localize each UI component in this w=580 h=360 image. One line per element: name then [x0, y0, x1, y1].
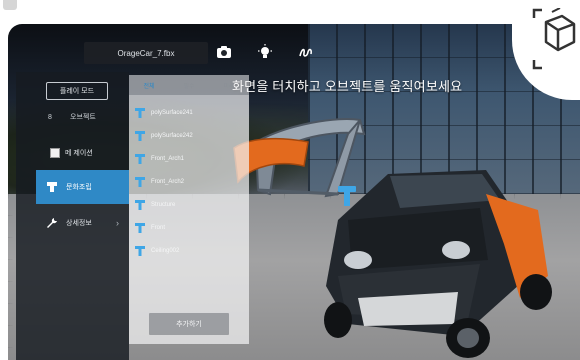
list-item-label: Ceiling002: [151, 248, 180, 254]
file-name-label: OrageCar_7.fbx: [84, 42, 208, 64]
window-corner-mark: [3, 0, 17, 10]
parts-list-panel: 전체 필수 미리 polySurface241 polySurface242 F…: [129, 75, 249, 344]
list-item[interactable]: Front: [135, 220, 165, 236]
list-item-label: Front_Arch2: [151, 179, 185, 185]
pin-icon: [47, 182, 57, 192]
ar-cube-scan-icon: [532, 8, 576, 70]
menu-label-details: 상세정보: [66, 220, 92, 227]
parts-tabs: 전체 필수 미리: [129, 75, 249, 95]
list-item[interactable]: Front_Arch1: [135, 151, 184, 167]
pin-icon: [135, 131, 145, 141]
pin-icon: [135, 246, 145, 256]
pin-icon: [135, 108, 145, 118]
menu-item-details[interactable]: 상세정보 ›: [36, 208, 129, 238]
checkbox[interactable]: [50, 148, 60, 158]
bulb-icon: [258, 44, 272, 58]
list-item[interactable]: Ceiling002: [135, 243, 179, 259]
list-item[interactable]: Structure: [135, 197, 175, 213]
play-mode-button[interactable]: 플레이 모드: [46, 82, 108, 100]
list-item[interactable]: polySurface242: [135, 128, 193, 144]
draw-icon: [299, 48, 312, 57]
pin-icon: [135, 223, 145, 233]
list-item-label: Structure: [151, 202, 176, 208]
list-item-label: polySurface241: [151, 110, 193, 116]
parts-list: polySurface241 polySurface242 Front_Arch…: [129, 95, 249, 344]
camera-button[interactable]: [212, 40, 236, 64]
list-item[interactable]: polySurface241: [135, 105, 193, 121]
pin-icon: [135, 200, 145, 210]
object-count: 8: [48, 113, 52, 121]
tab-preview[interactable]: 미리: [209, 81, 249, 90]
menu-label-assembly: 문화조립: [66, 184, 92, 191]
car-body[interactable]: [324, 170, 552, 358]
add-button[interactable]: 추가하기: [149, 313, 229, 335]
menu-item-assembly[interactable]: 문화조립: [36, 170, 129, 204]
checkbox-row[interactable]: 메 제이션: [50, 148, 93, 158]
wrench-icon: [47, 218, 57, 228]
list-item-label: Front: [151, 225, 166, 231]
object-label: 오브젝트: [70, 114, 96, 121]
light-button[interactable]: [253, 40, 277, 64]
chevron-right-icon: ›: [116, 218, 119, 228]
object-count-row: 8 오브젝트: [48, 110, 120, 124]
draw-button[interactable]: [294, 40, 318, 64]
list-item[interactable]: Front_Arch2: [135, 174, 184, 190]
pin-icon: [135, 177, 145, 187]
list-item-label: Front_Arch1: [151, 156, 185, 162]
instruction-text: 화면을 터치하고 오브젝트를 움직여보세요: [232, 79, 463, 94]
camera-icon: [217, 46, 231, 58]
part-pin-icon[interactable]: [338, 186, 356, 206]
list-item-label: polySurface242: [151, 133, 193, 139]
checkbox-label: 메 제이션: [65, 150, 93, 157]
pin-icon: [135, 154, 145, 164]
tab-required[interactable]: 필수: [169, 81, 209, 90]
tab-all[interactable]: 전체: [129, 81, 169, 90]
